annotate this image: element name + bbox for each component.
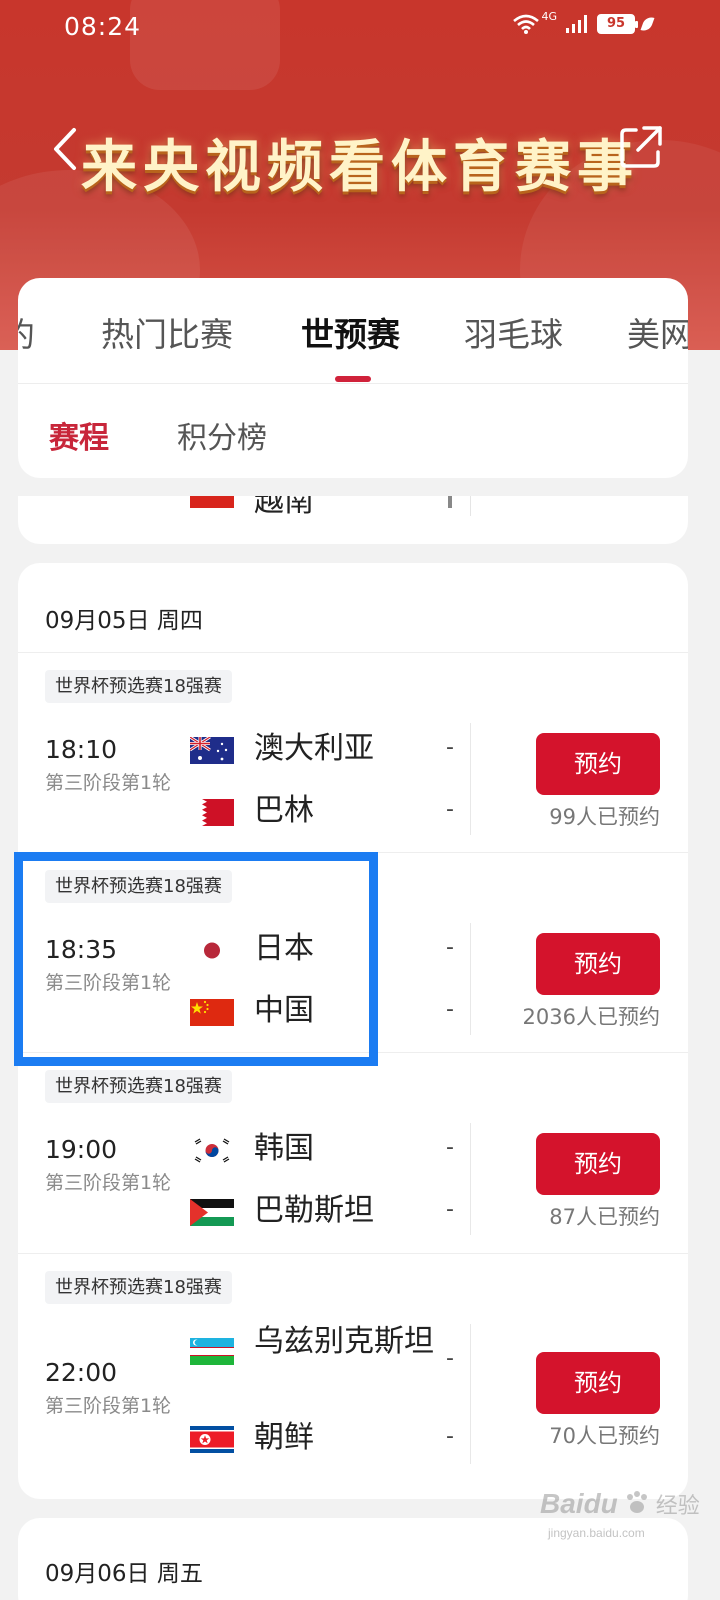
reserve-count: 99人已预约 xyxy=(549,805,660,829)
competition-tag: 世界杯预选赛18强赛 xyxy=(45,1271,232,1304)
competition-tag: 世界杯预选赛18强赛 xyxy=(45,670,232,703)
reserve-button[interactable]: 预约 xyxy=(536,733,660,795)
away-score: - xyxy=(446,797,454,822)
status-time: 08:24 xyxy=(64,12,142,41)
tab-hot-matches[interactable]: 热门比赛 xyxy=(101,308,233,356)
competition-tag: 世界杯预选赛18强赛 xyxy=(45,1070,232,1103)
schedule-card: 09月05日 周四 世界杯预选赛18强赛 18:10 第三阶段第1轮 澳大利亚 … xyxy=(18,563,688,1499)
divider xyxy=(470,1123,471,1235)
away-team-name: 巴林 xyxy=(254,793,314,828)
north-korea-flag-icon xyxy=(190,1426,234,1453)
watermark-url: jingyan.baidu.com xyxy=(548,1526,645,1540)
away-score: - xyxy=(446,1197,454,1222)
tab-us-open[interactable]: 美网 xyxy=(627,308,688,356)
home-team-name: 日本 xyxy=(254,931,314,966)
category-tabs: 约 热门比赛 世预赛 羽毛球 美网 xyxy=(18,278,688,384)
home-score: - xyxy=(446,735,454,760)
team-name: 越南 xyxy=(254,496,314,519)
match-time: 22:00 xyxy=(45,1358,118,1387)
home-team-name: 乌兹别克斯坦 xyxy=(254,1324,434,1359)
watermark-text: 经验 xyxy=(655,1494,700,1519)
match-time: 18:10 xyxy=(45,735,118,764)
divider xyxy=(470,923,471,1035)
match-row[interactable]: 世界杯预选赛18强赛 19:00 第三阶段第1轮 韩国 - 巴勒斯坦 - 预约 … xyxy=(18,1053,688,1254)
reserve-button[interactable]: 预约 xyxy=(536,933,660,995)
battery-icon: 95 xyxy=(597,14,638,34)
category-tab-card: 约 热门比赛 世预赛 羽毛球 美网 赛程 积分榜 xyxy=(18,278,688,478)
bahrain-flag-icon xyxy=(190,799,234,826)
active-tab-indicator xyxy=(335,376,371,382)
away-score: - xyxy=(446,1424,454,1449)
tab-partial[interactable]: 约 xyxy=(18,308,35,356)
uzbekistan-flag-icon xyxy=(190,1338,234,1365)
status-icons: 4G 95 xyxy=(513,10,655,34)
australia-flag-icon xyxy=(190,737,234,764)
divider xyxy=(470,496,471,516)
paw-icon xyxy=(622,1489,652,1519)
signal-icon xyxy=(565,14,589,34)
away-team-name: 中国 xyxy=(254,993,314,1028)
korea-flag-icon xyxy=(190,1137,234,1164)
eco-leaf-icon xyxy=(640,14,655,34)
tab-badminton[interactable]: 羽毛球 xyxy=(464,308,563,356)
tab-world-cup-qualifiers[interactable]: 世预赛 xyxy=(301,308,400,356)
reserve-button[interactable]: 预约 xyxy=(536,1352,660,1414)
reserve-count: 2036人已预约 xyxy=(522,1005,660,1029)
away-score: - xyxy=(446,997,454,1022)
match-row[interactable]: 世界杯预选赛18强赛 18:35 第三阶段第1轮 日本 - 中国 - 预约 20… xyxy=(18,853,688,1053)
match-stage: 第三阶段第1轮 xyxy=(45,772,172,794)
watermark-logo: Baidu xyxy=(540,1488,618,1519)
vietnam-flag-icon xyxy=(190,496,234,508)
match-stage: 第三阶段第1轮 xyxy=(45,972,172,994)
subtab-standings[interactable]: 积分榜 xyxy=(177,413,267,457)
share-icon[interactable] xyxy=(616,122,666,172)
banner-title: 来央视频看体育赛事 xyxy=(81,134,639,200)
reserve-button[interactable]: 预约 xyxy=(536,1133,660,1195)
schedule-date: 09月05日 周四 xyxy=(45,608,203,634)
divider xyxy=(470,723,471,835)
home-score: - xyxy=(446,1346,454,1371)
schedule-date: 09月06日 周五 xyxy=(45,1561,203,1587)
away-team-name: 巴勒斯坦 xyxy=(254,1193,374,1228)
match-row[interactable]: 世界杯预选赛18强赛 22:00 第三阶段第1轮 乌兹别克斯坦 - 朝鲜 - 预… xyxy=(18,1254,688,1499)
home-score: - xyxy=(446,935,454,960)
score-dash xyxy=(448,496,452,508)
match-time: 18:35 xyxy=(45,935,118,964)
match-stage: 第三阶段第1轮 xyxy=(45,1172,172,1194)
status-bar: 08:24 4G 95 xyxy=(0,0,720,56)
home-score: - xyxy=(446,1135,454,1160)
competition-tag: 世界杯预选赛18强赛 xyxy=(45,870,232,903)
palestine-flag-icon xyxy=(190,1199,234,1226)
reserve-count: 70人已预约 xyxy=(549,1424,660,1448)
wifi-icon xyxy=(513,14,540,34)
match-stage: 第三阶段第1轮 xyxy=(45,1395,172,1417)
previous-match-card: 越南 xyxy=(18,496,688,544)
reserve-count: 87人已预约 xyxy=(549,1205,660,1229)
japan-flag-icon xyxy=(190,937,234,964)
divider xyxy=(470,1324,471,1464)
network-type-label: 4G xyxy=(541,9,557,23)
watermark: Baidu 经验 xyxy=(540,1488,700,1520)
match-time: 19:00 xyxy=(45,1135,118,1164)
china-flag-icon xyxy=(190,999,234,1026)
subtab-schedule[interactable]: 赛程 xyxy=(49,413,109,457)
match-row[interactable]: 世界杯预选赛18强赛 18:10 第三阶段第1轮 澳大利亚 - 巴林 - 预约 … xyxy=(18,653,688,853)
away-team-name: 朝鲜 xyxy=(254,1420,314,1455)
home-team-name: 韩国 xyxy=(254,1131,314,1166)
home-team-name: 澳大利亚 xyxy=(254,731,374,766)
